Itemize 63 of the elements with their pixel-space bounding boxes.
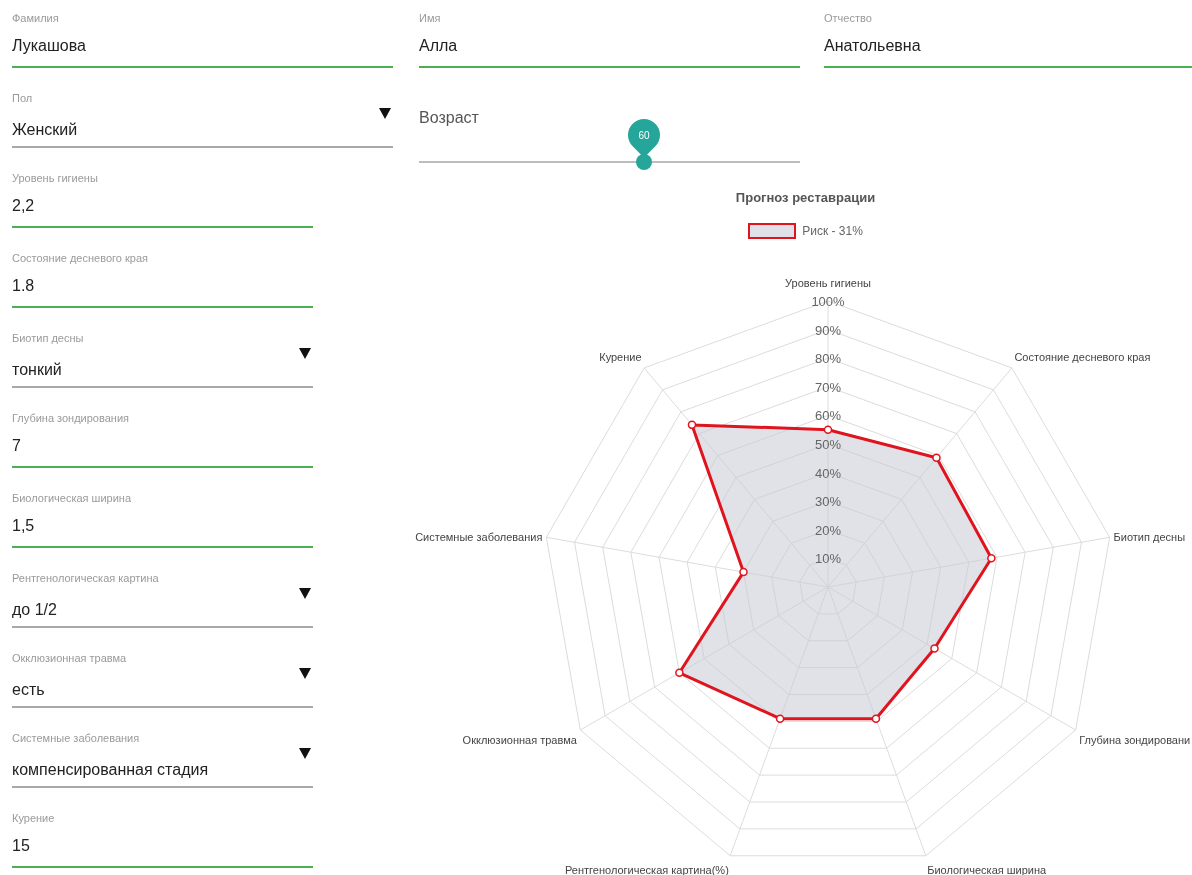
field-label: Состояние десневого края <box>12 251 148 266</box>
axis-label: Курение <box>599 350 642 363</box>
field-label: Уровень гигиены <box>12 171 98 186</box>
axis-label: Биотип десны <box>1113 530 1186 543</box>
axis-tick-label: 40% <box>815 465 841 481</box>
axis-tick-label: 20% <box>815 522 841 538</box>
axis-label: Рентгенологическая картина(%) <box>565 863 729 875</box>
chart-title: Прогноз реставрации <box>735 190 876 205</box>
data-point <box>675 668 684 678</box>
data-point <box>739 567 748 577</box>
field-label: Системные заболевания <box>12 731 140 746</box>
select-field[interactable]: Женский <box>12 106 393 148</box>
axis-label: Уровень гигиены <box>785 277 871 289</box>
field-label: Отчество <box>824 11 872 26</box>
field-label: Курение <box>12 811 55 826</box>
input-field[interactable]: 1,5 <box>12 506 313 548</box>
data-point <box>823 425 833 434</box>
axis-tick-label: 30% <box>815 494 841 510</box>
data-point <box>932 453 941 462</box>
input-field[interactable]: Лукашова <box>12 26 393 68</box>
data-point <box>987 553 996 563</box>
data-point <box>930 644 939 653</box>
axis-label: Окклюзионная травма <box>462 734 577 746</box>
field-label: Глубина зондирования <box>12 411 129 426</box>
data-point <box>687 420 697 430</box>
field-label: Пол <box>12 91 33 106</box>
axis-tick-label: 90% <box>815 322 841 338</box>
caret-icon <box>299 748 311 759</box>
input-field[interactable]: 15 <box>12 826 313 868</box>
caret-icon <box>299 668 311 679</box>
axis-tick-label: 100% <box>811 294 845 309</box>
data-point <box>871 714 881 723</box>
axis-tick-label: 50% <box>815 437 841 452</box>
slider-label: Возраст <box>419 108 479 128</box>
input-field[interactable]: Алла <box>419 26 800 68</box>
field-label: Фамилия <box>12 11 59 26</box>
field-label: Рентгенологическая картина <box>12 571 159 586</box>
caret-icon <box>379 108 391 119</box>
axis-tick-label: 70% <box>815 379 841 395</box>
input-field[interactable]: 7 <box>12 426 313 468</box>
select-field[interactable]: компенсированная стадия <box>12 746 313 788</box>
axis-label: Биологическая ширина <box>927 863 1047 875</box>
input-field[interactable]: 2,2 <box>12 186 313 228</box>
select-field[interactable]: тонкий <box>12 346 313 388</box>
slider-thumb[interactable] <box>635 154 652 170</box>
caret-icon <box>299 348 311 359</box>
axis-label: Состояние десневого края <box>1014 350 1151 363</box>
legend-label: Риск - 31% <box>802 224 863 238</box>
caret-icon <box>299 588 311 599</box>
field-label: Биологическая ширина <box>12 491 131 506</box>
axis-tick-label: 60% <box>815 408 841 424</box>
axis-tick-label: 80% <box>815 351 841 367</box>
field-label: Окклюзионная травма <box>12 651 127 666</box>
select-field[interactable]: до 1/2 <box>12 586 313 628</box>
axis-label: Глубина зондировани <box>1079 734 1191 746</box>
input-field[interactable]: Анатольевна <box>824 26 1192 68</box>
axis-label: Системные заболевания <box>415 530 543 543</box>
select-field[interactable]: есть <box>12 666 313 708</box>
data-point <box>775 714 785 723</box>
axis-tick-label: 10% <box>815 551 841 567</box>
field-label: Биотип десны <box>12 331 84 346</box>
input-field[interactable]: 1.8 <box>12 266 313 308</box>
field-label: Имя <box>419 11 441 26</box>
